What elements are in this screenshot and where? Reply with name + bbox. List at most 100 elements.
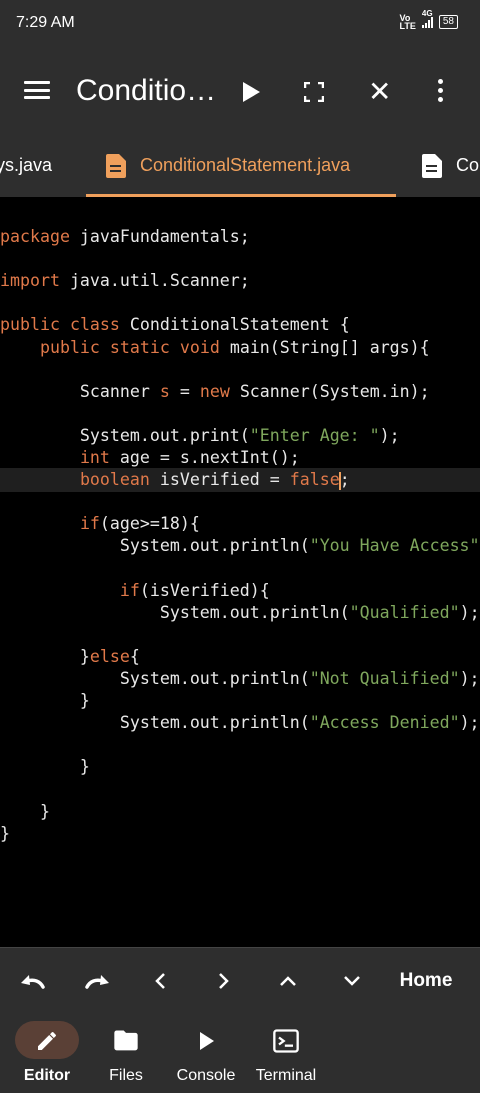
code-text: System.out.println( [0, 536, 310, 556]
cursor-down-button[interactable] [340, 948, 364, 1014]
cursor-right-button[interactable] [212, 948, 236, 1014]
menu-icon[interactable] [24, 81, 50, 99]
file-tab-bar: ys.java ConditionalStatement.java Co [0, 134, 480, 197]
code-line: if(age>=18){ [0, 513, 200, 535]
nav-label: Console [176, 1067, 236, 1084]
code-text: } [0, 646, 90, 666]
code-string: "Enter Age: " [249, 425, 380, 445]
code-keyword: public [39, 337, 100, 357]
cursor-left-button[interactable] [148, 948, 172, 1014]
chevron-left-icon [155, 973, 165, 989]
code-string: "You Have Access" [309, 536, 480, 556]
close-icon[interactable]: ✕ [368, 78, 391, 106]
code-text: javaFundamentals; [69, 227, 250, 246]
play-icon [200, 1032, 214, 1050]
undo-icon [21, 975, 45, 989]
code-keyword: public [0, 315, 60, 335]
code-line: } [0, 823, 10, 845]
more-options-icon[interactable] [438, 79, 444, 106]
code-keyword: if [119, 580, 140, 600]
code-line: } [0, 690, 90, 712]
code-string: "Access Denied" [309, 713, 460, 733]
tab-next-file[interactable]: Co [422, 134, 479, 197]
nav-editor[interactable]: Editor [2, 1013, 92, 1093]
code-line: package javaFundamentals; [0, 226, 250, 248]
bottom-navigation: Editor Files Console Terminal [0, 1013, 480, 1093]
status-time: 7:29 AM [16, 14, 75, 31]
nav-files[interactable]: Files [81, 1013, 171, 1093]
code-text: ); [459, 669, 480, 688]
code-line: System.out.print("Enter Age: "); [0, 425, 400, 447]
code-keyword: else [89, 646, 130, 666]
code-text: } [0, 823, 10, 843]
code-line: public static void main(String[] args){ [0, 337, 430, 359]
app-title: Conditio… [76, 74, 217, 107]
tab-label: ConditionalStatement.java [140, 155, 351, 175]
code-line: int age = s.nextInt(); [0, 447, 300, 469]
volte-indicator: Vo LTE [399, 13, 416, 31]
code-text: System.out.print( [0, 425, 250, 445]
fullscreen-icon[interactable] [304, 82, 324, 102]
code-text: System.out.println( [0, 602, 350, 622]
code-text: System.out.println( [0, 669, 310, 688]
chevron-right-icon [219, 973, 229, 989]
code-line: Scanner s = new Scanner(System.in); [0, 381, 430, 403]
chevron-down-icon [344, 976, 360, 986]
code-text: age = s.nextInt(); [109, 448, 300, 467]
code-text: } [0, 801, 50, 821]
code-text: ); [379, 425, 400, 445]
code-string: "Not Qualified" [309, 669, 460, 688]
nav-label: Editor [23, 1067, 71, 1084]
redo-icon [85, 975, 109, 989]
cursor-up-button[interactable] [276, 948, 300, 1014]
code-line: System.out.println("Qualified"); [0, 602, 480, 624]
nav-terminal[interactable]: Terminal [241, 1013, 331, 1093]
code-line: public class ConditionalStatement { [0, 314, 350, 336]
code-text: main(String[] args){ [219, 337, 430, 357]
code-string: "Qualified" [349, 602, 460, 622]
tab-label: ys.java [0, 155, 53, 175]
code-line: if(isVerified){ [0, 580, 270, 602]
code-text: ); [459, 713, 480, 733]
code-keyword: import [0, 271, 60, 291]
redo-button[interactable] [80, 948, 116, 1014]
code-editor[interactable]: package javaFundamentals; import java.uti… [0, 197, 480, 947]
code-keyword: static [109, 337, 170, 357]
code-line: }else{ [0, 646, 140, 668]
code-text: ); [459, 602, 480, 622]
tab-previous-file[interactable]: ys.java [0, 134, 52, 197]
code-keyword: false [289, 470, 340, 490]
home-button[interactable]: Home [396, 948, 456, 1014]
code-text: System.out.println( [0, 713, 310, 733]
tab-label: Co [456, 155, 480, 175]
tab-conditionalstatement[interactable]: ConditionalStatement.java [86, 134, 396, 197]
nav-console[interactable]: Console [161, 1013, 251, 1093]
terminal-icon [273, 1029, 299, 1053]
code-line: System.out.println("You Have Access" [0, 535, 480, 557]
code-keyword: new [199, 381, 230, 401]
undo-button[interactable] [14, 948, 50, 1014]
code-line: } [0, 756, 90, 778]
code-keyword: package [0, 227, 70, 246]
code-text: java.util.Scanner; [59, 271, 250, 291]
editor-toolbar: Home [0, 947, 480, 1014]
code-line: System.out.println("Not Qualified"); [0, 668, 480, 690]
document-icon [422, 153, 442, 178]
code-text: } [0, 691, 90, 711]
battery-icon: 58 [438, 15, 458, 29]
folder-icon [114, 1030, 138, 1051]
code-text: = [169, 381, 200, 401]
chevron-up-icon [280, 976, 296, 986]
code-text: (age>=18){ [99, 514, 200, 534]
status-icons: Vo LTE 4G 58 [399, 9, 458, 31]
code-keyword: if [79, 514, 100, 534]
run-icon[interactable] [243, 82, 260, 102]
app-bar: Conditio… ✕ [0, 48, 480, 134]
code-keyword: s [159, 381, 170, 401]
code-line: System.out.println("Access Denied"); [0, 712, 480, 734]
